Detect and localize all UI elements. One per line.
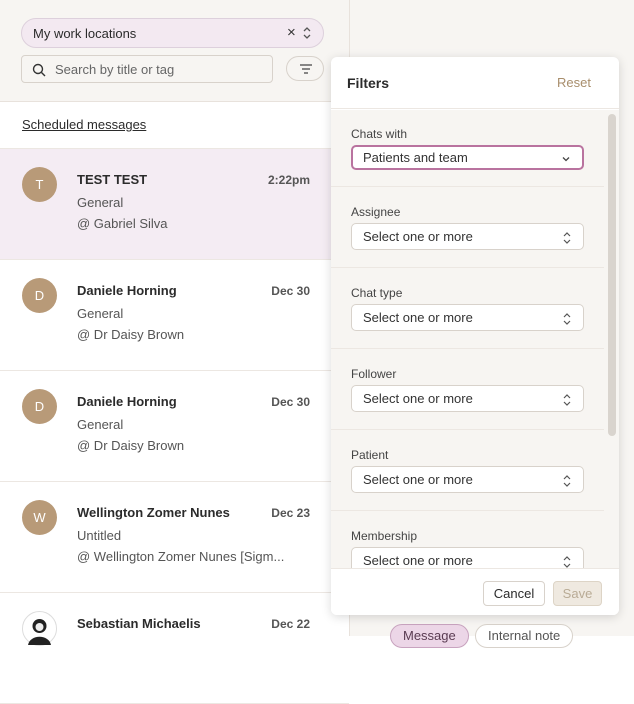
conversation-item[interactable]: W Wellington Zomer Nunes Dec 23 Untitled… xyxy=(0,482,349,593)
chevron-updown-icon xyxy=(563,313,571,325)
filter-button[interactable] xyxy=(286,56,324,81)
filters-header: Filters Reset xyxy=(331,57,619,109)
filters-panel: Filters Reset Chats with Patients and te… xyxy=(331,57,619,615)
conversation-name: Wellington Zomer Nunes xyxy=(77,505,230,520)
assignee-select[interactable]: Select one or more xyxy=(351,223,584,250)
chevron-down-icon xyxy=(562,157,570,162)
search-placeholder: Search by title or tag xyxy=(55,62,175,77)
conversation-time: Dec 22 xyxy=(271,617,310,631)
filters-body: Chats with Patients and team Assignee Se… xyxy=(331,110,619,568)
conversation-name: Sebastian Michaelis xyxy=(77,616,201,631)
follower-select[interactable]: Select one or more xyxy=(351,385,584,412)
filters-scrollbar[interactable] xyxy=(608,114,616,436)
chats-with-section: Chats with Patients and team xyxy=(331,110,604,187)
avatar xyxy=(22,611,57,646)
message-tab[interactable]: Message xyxy=(390,624,469,648)
membership-select[interactable]: Select one or more xyxy=(351,547,584,568)
chats-with-value: Patients and team xyxy=(363,150,468,165)
chevron-updown-icon xyxy=(303,27,311,39)
chats-with-select[interactable]: Patients and team xyxy=(351,145,584,170)
membership-label: Membership xyxy=(351,529,418,543)
location-select-value: My work locations xyxy=(33,26,137,41)
assignee-section: Assignee Select one or more xyxy=(331,187,604,268)
save-button[interactable]: Save xyxy=(553,581,602,606)
scheduled-messages-link[interactable]: Scheduled messages xyxy=(22,117,146,132)
assignee-value: Select one or more xyxy=(363,229,473,244)
conversation-name: Daniele Horning xyxy=(77,394,177,409)
patient-select[interactable]: Select one or more xyxy=(351,466,584,493)
membership-section: Membership Select one or more xyxy=(331,511,604,568)
chat-type-select[interactable]: Select one or more xyxy=(351,304,584,331)
conversation-time: Dec 23 xyxy=(271,506,310,520)
conversation-item[interactable]: D Daniele Horning Dec 30 General @ Dr Da… xyxy=(0,371,349,482)
search-input[interactable]: Search by title or tag xyxy=(21,55,273,83)
list-header: My work locations × Search by title or t… xyxy=(0,0,349,102)
conversation-item[interactable]: D Daniele Horning Dec 30 General @ Dr Da… xyxy=(0,260,349,371)
patient-value: Select one or more xyxy=(363,472,473,487)
clear-icon[interactable]: × xyxy=(287,24,296,41)
avatar: W xyxy=(22,500,57,535)
assignee-label: Assignee xyxy=(351,205,401,219)
follower-value: Select one or more xyxy=(363,391,473,406)
conversation-time: Dec 30 xyxy=(271,395,310,409)
filter-icon xyxy=(300,64,312,74)
patient-label: Patient xyxy=(351,448,389,462)
conversation-item[interactable]: T TEST TEST 2:22pm General @ Gabriel Sil… xyxy=(0,149,349,260)
follower-label: Follower xyxy=(351,367,397,381)
conversation-name: Daniele Horning xyxy=(77,283,177,298)
internal-note-tab[interactable]: Internal note xyxy=(475,624,574,648)
chat-type-value: Select one or more xyxy=(363,310,473,325)
chevron-updown-icon xyxy=(563,394,571,406)
conversation-participant: @ Gabriel Silva xyxy=(77,216,168,231)
chevron-updown-icon xyxy=(563,232,571,244)
conversation-list-pane: My work locations × Search by title or t… xyxy=(0,0,350,704)
filters-title: Filters xyxy=(347,75,390,91)
patient-section: Patient Select one or more xyxy=(331,430,604,511)
conversation-subject: General xyxy=(77,417,124,432)
conversation-subject: Untitled xyxy=(77,528,122,543)
filters-footer: Cancel Save xyxy=(331,568,619,615)
scheduled-messages-row: Scheduled messages xyxy=(0,102,349,149)
chevron-updown-icon xyxy=(563,475,571,487)
reset-button[interactable]: Reset xyxy=(557,75,591,90)
chat-type-label: Chat type xyxy=(351,286,403,300)
conversation-subject: General xyxy=(77,306,124,321)
follower-section: Follower Select one or more xyxy=(331,349,604,430)
conversation-participant: @ Dr Daisy Brown xyxy=(77,327,185,342)
avatar: D xyxy=(22,278,57,313)
conversation-subject: General xyxy=(77,195,124,210)
conversation-name: TEST TEST xyxy=(77,172,148,187)
chat-type-section: Chat type Select one or more xyxy=(331,268,604,349)
profile-photo-icon xyxy=(28,619,51,645)
avatar: T xyxy=(22,167,57,202)
membership-value: Select one or more xyxy=(363,553,473,568)
chevron-updown-icon xyxy=(563,556,571,568)
conversation-time: 2:22pm xyxy=(267,173,310,187)
conversation-participant: @ Dr Daisy Brown xyxy=(77,438,185,453)
conversation-item[interactable]: Sebastian Michaelis Dec 22 xyxy=(0,593,349,704)
conversation-participant: @ Wellington Zomer Nunes [Sigm... xyxy=(77,549,285,564)
chats-with-label: Chats with xyxy=(351,127,408,141)
search-icon xyxy=(32,63,46,77)
location-select[interactable]: My work locations × xyxy=(21,18,324,48)
avatar: D xyxy=(22,389,57,424)
cancel-button[interactable]: Cancel xyxy=(483,581,545,606)
conversation-time: Dec 30 xyxy=(271,284,310,298)
